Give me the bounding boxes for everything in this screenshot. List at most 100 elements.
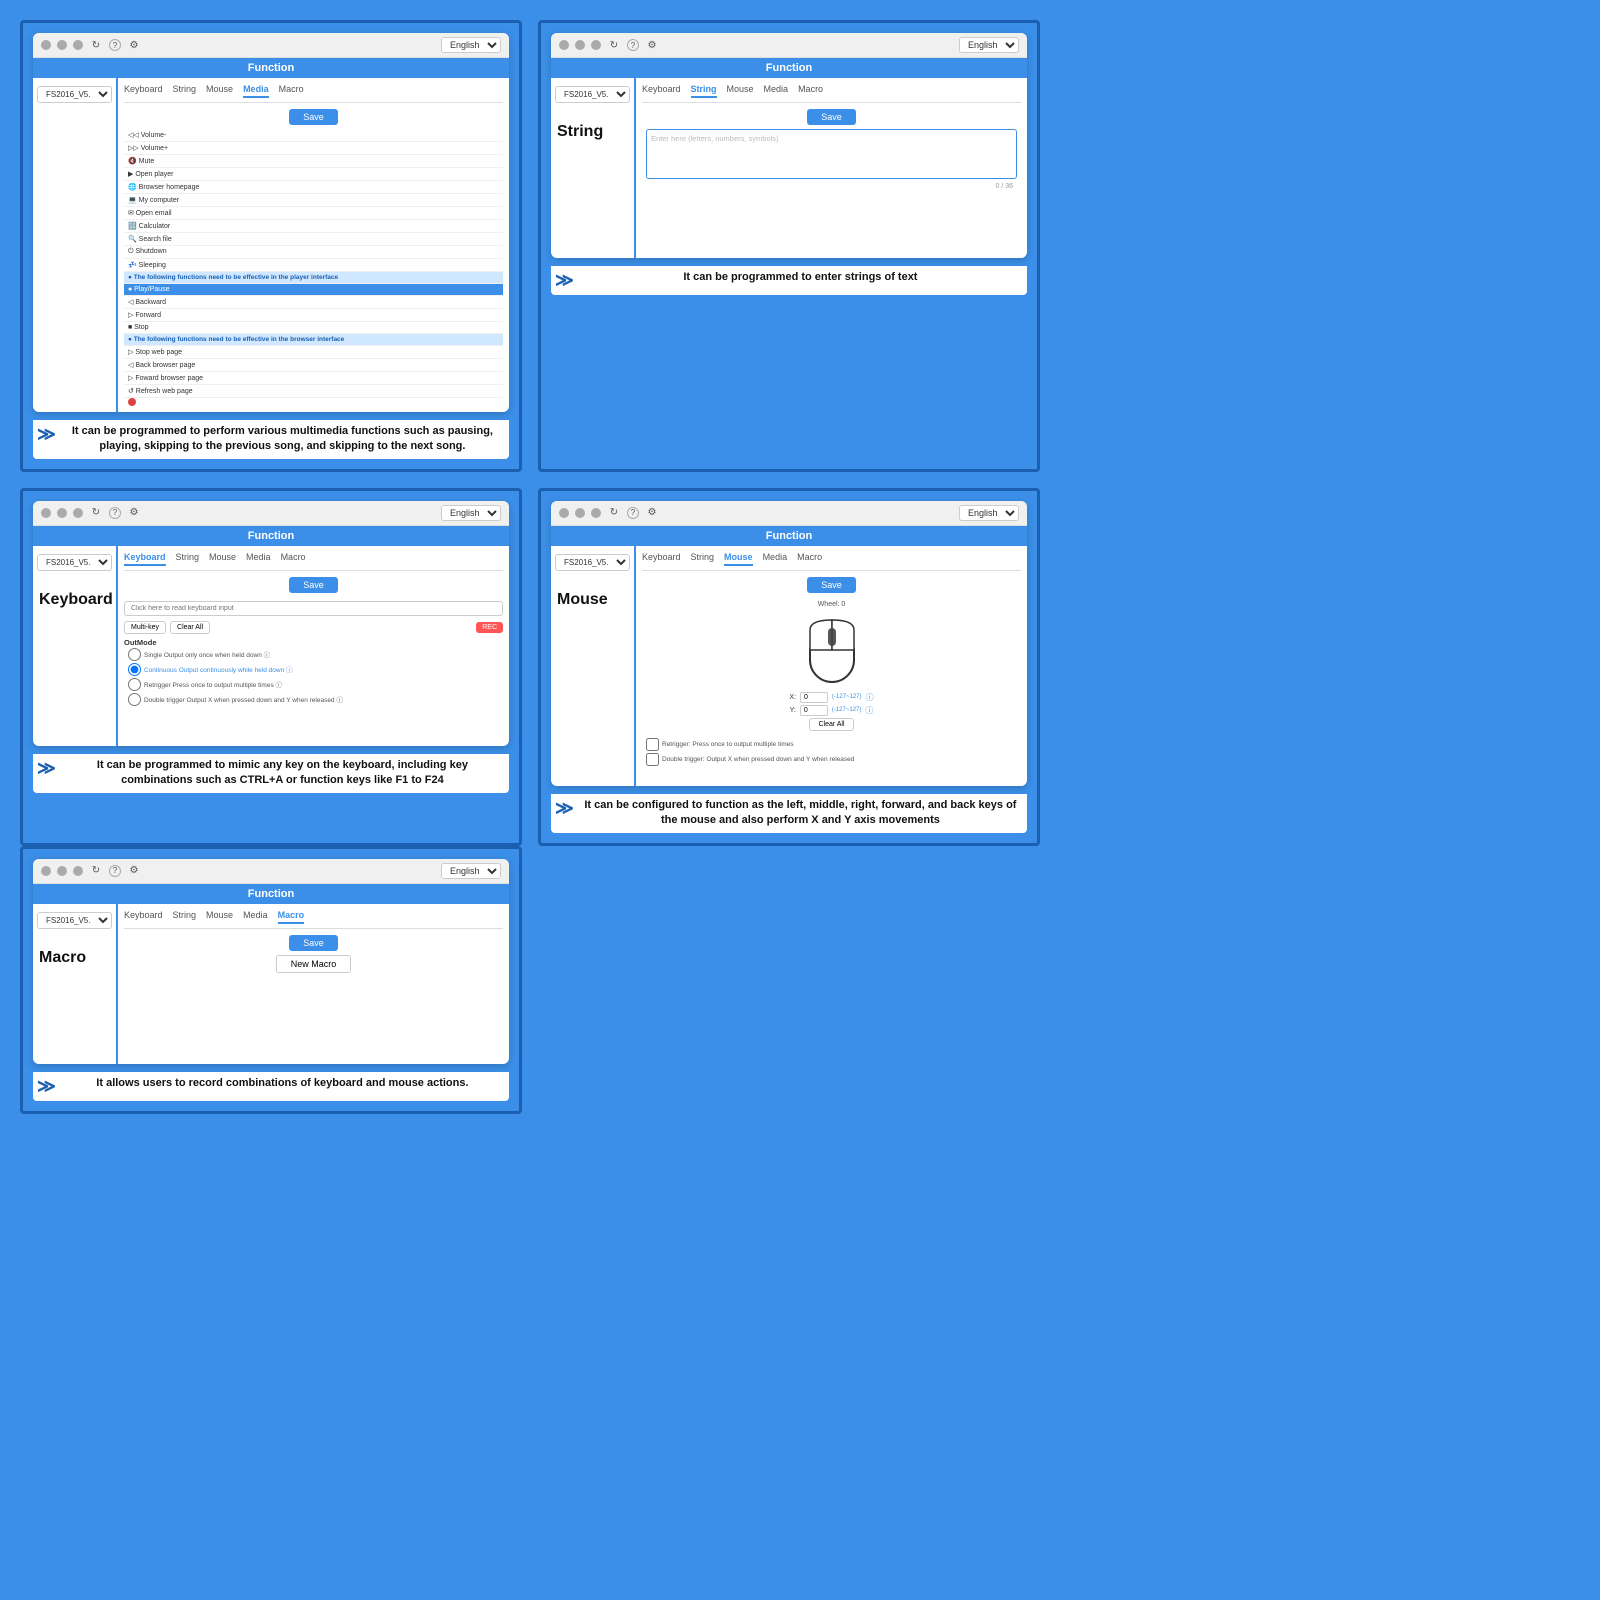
close-btn-macro[interactable] xyxy=(73,866,83,876)
tab-keyboard-kb[interactable]: Keyboard xyxy=(124,552,166,566)
device-select-macro[interactable]: FS2016_V5.3 xyxy=(37,912,112,929)
tab-string-macro[interactable]: String xyxy=(173,910,197,924)
media-item-open-player[interactable]: ▶ Open player xyxy=(124,168,503,181)
string-input-area[interactable]: Enter here (letters, numbers, symbols) xyxy=(646,129,1017,179)
refresh-icon-string[interactable]: ↻ xyxy=(607,38,621,52)
media-item-search-file[interactable]: 🔍 Search file xyxy=(124,233,503,246)
maximize-btn-keyboard[interactable] xyxy=(57,508,67,518)
tab-macro-string[interactable]: Macro xyxy=(798,84,823,98)
new-macro-btn[interactable]: New Macro xyxy=(276,955,352,973)
multi-key-btn[interactable]: Multi-key xyxy=(124,621,166,634)
close-btn[interactable] xyxy=(73,40,83,50)
record-btn[interactable]: REC xyxy=(476,622,503,633)
refresh-icon-macro[interactable]: ↻ xyxy=(89,864,103,878)
maximize-btn-string[interactable] xyxy=(575,40,585,50)
refresh-icon[interactable]: ↻ xyxy=(89,38,103,52)
refresh-icon-mouse[interactable]: ↻ xyxy=(607,506,621,520)
close-btn-string[interactable] xyxy=(591,40,601,50)
settings-icon[interactable]: ⚙ xyxy=(127,38,141,52)
minimize-btn-macro[interactable] xyxy=(41,866,51,876)
lang-select-keyboard[interactable]: English xyxy=(441,505,501,521)
media-item-open-email[interactable]: ✉ Open email xyxy=(124,207,503,220)
media-item-play-pause[interactable]: ● Play/Pause xyxy=(124,284,503,296)
help-icon[interactable]: ? xyxy=(109,39,121,51)
tab-media-media[interactable]: Media xyxy=(243,84,269,98)
outmode-retrigger-radio[interactable] xyxy=(128,678,141,691)
double-trigger-checkbox[interactable] xyxy=(646,753,659,766)
media-item-shutdown[interactable]: ⏻ Shutdown xyxy=(124,246,503,259)
media-item-calculator[interactable]: 🔢 Calculator xyxy=(124,220,503,233)
save-btn-media[interactable]: Save xyxy=(289,109,338,125)
lang-select-mouse[interactable]: English xyxy=(959,505,1019,521)
clear-all-mouse-btn[interactable]: Clear All xyxy=(809,718,853,731)
save-btn-macro[interactable]: Save xyxy=(289,935,338,951)
tab-media-kb[interactable]: Media xyxy=(246,552,271,566)
close-btn-keyboard[interactable] xyxy=(73,508,83,518)
tab-mouse-media[interactable]: Mouse xyxy=(206,84,233,98)
help-icon-keyboard[interactable]: ? xyxy=(109,507,121,519)
outmode-continuous[interactable]: Continuous Output continuously while hel… xyxy=(124,662,503,677)
media-item-forward[interactable]: ▷ Forward xyxy=(124,309,503,322)
tab-media-mouse[interactable]: Media xyxy=(763,552,788,566)
tab-mouse-macro[interactable]: Mouse xyxy=(206,910,233,924)
lang-select-macro[interactable]: English xyxy=(441,863,501,879)
device-select-mouse[interactable]: FS2016_V5.3 xyxy=(555,554,630,571)
maximize-btn-macro[interactable] xyxy=(57,866,67,876)
outmode-retrigger[interactable]: Retrigger Press once to output multiple … xyxy=(124,677,503,692)
outmode-double-radio[interactable] xyxy=(128,693,141,706)
outmode-single[interactable]: Single Output only once when held down ⓘ xyxy=(124,647,503,662)
media-item-forward-browser[interactable]: ▷ Foward browser page xyxy=(124,372,503,385)
tab-keyboard-mouse[interactable]: Keyboard xyxy=(642,552,681,566)
settings-icon-mouse[interactable]: ⚙ xyxy=(645,506,659,520)
settings-icon-keyboard[interactable]: ⚙ xyxy=(127,506,141,520)
save-btn-keyboard[interactable]: Save xyxy=(289,577,338,593)
tab-macro-kb[interactable]: Macro xyxy=(281,552,306,566)
lang-select-media[interactable]: English xyxy=(441,37,501,53)
settings-icon-macro[interactable]: ⚙ xyxy=(127,864,141,878)
y-input[interactable] xyxy=(800,705,828,716)
outmode-continuous-radio[interactable] xyxy=(128,663,141,676)
tab-keyboard-media[interactable]: Keyboard xyxy=(124,84,163,98)
lang-select-string[interactable]: English xyxy=(959,37,1019,53)
media-item-my-computer[interactable]: 💻 My computer xyxy=(124,194,503,207)
tab-macro-macro[interactable]: Macro xyxy=(278,910,305,924)
media-item-sleeping[interactable]: 💤 Sleeping xyxy=(124,259,503,272)
double-trigger-option[interactable]: Double trigger: Output X when pressed do… xyxy=(642,752,1021,767)
tab-string-media[interactable]: String xyxy=(173,84,197,98)
tab-keyboard-string[interactable]: Keyboard xyxy=(642,84,681,98)
close-btn-mouse[interactable] xyxy=(591,508,601,518)
tab-media-macro[interactable]: Media xyxy=(243,910,268,924)
media-item-browser-homepage[interactable]: 🌐 Browser homepage xyxy=(124,181,503,194)
retrigger-option[interactable]: Retrigger: Press once to output multiple… xyxy=(642,737,1021,752)
media-item-mute[interactable]: 🔇 Mute xyxy=(124,155,503,168)
outmode-single-radio[interactable] xyxy=(128,648,141,661)
device-select-string[interactable]: FS2016_V5.3 xyxy=(555,86,630,103)
minimize-btn-string[interactable] xyxy=(559,40,569,50)
tab-mouse-string[interactable]: Mouse xyxy=(727,84,754,98)
media-item-volume-down[interactable]: ◁◁ Volume- xyxy=(124,129,503,142)
tab-macro-mouse[interactable]: Macro xyxy=(797,552,822,566)
settings-icon-string[interactable]: ⚙ xyxy=(645,38,659,52)
media-item-stop-web[interactable]: ▷ Stop web page xyxy=(124,346,503,359)
media-item-volume-up[interactable]: ▷▷ Volume+ xyxy=(124,142,503,155)
help-icon-mouse[interactable]: ? xyxy=(627,507,639,519)
device-select-media[interactable]: FS2016_V5.3 xyxy=(37,86,112,103)
media-item-refresh-web[interactable]: ↺ Refresh web page xyxy=(124,385,503,398)
help-icon-macro[interactable]: ? xyxy=(109,865,121,877)
minimize-btn[interactable] xyxy=(41,40,51,50)
media-item-back-browser[interactable]: ◁ Back browser page xyxy=(124,359,503,372)
media-item-backward[interactable]: ◁ Backward xyxy=(124,296,503,309)
tab-mouse-mouse[interactable]: Mouse xyxy=(724,552,753,566)
tab-string-string[interactable]: String xyxy=(691,84,717,98)
tab-media-string[interactable]: Media xyxy=(764,84,789,98)
device-select-keyboard[interactable]: FS2016_V5.3 xyxy=(37,554,112,571)
minimize-btn-mouse[interactable] xyxy=(559,508,569,518)
tab-string-kb[interactable]: String xyxy=(176,552,200,566)
refresh-icon-keyboard[interactable]: ↻ xyxy=(89,506,103,520)
tab-keyboard-macro[interactable]: Keyboard xyxy=(124,910,163,924)
keyboard-input[interactable] xyxy=(124,601,503,616)
tab-macro-media[interactable]: Macro xyxy=(279,84,304,98)
tab-mouse-kb[interactable]: Mouse xyxy=(209,552,236,566)
clear-all-kb-btn[interactable]: Clear All xyxy=(170,621,210,634)
save-btn-string[interactable]: Save xyxy=(807,109,856,125)
